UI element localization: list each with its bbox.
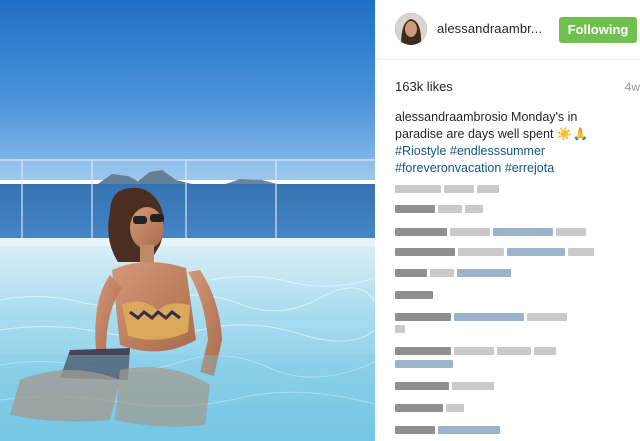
comment-blurred — [395, 323, 405, 335]
hashtag-endlesssummer[interactable]: #endlesssummer — [450, 144, 545, 158]
comment-blurred — [395, 246, 594, 258]
comment-blurred — [395, 311, 567, 323]
post-image — [0, 0, 375, 441]
post-sidebar: alessandraambr... Following 163k likes 4… — [375, 0, 640, 441]
following-button[interactable]: Following — [559, 17, 637, 43]
avatar[interactable] — [395, 13, 427, 45]
hashtag-foreveronvacation[interactable]: #foreveronvacation — [395, 161, 501, 175]
likes-row: 163k likes 4w — [395, 79, 640, 97]
comment-blurred — [395, 424, 500, 436]
likes-count[interactable]: 163k likes — [395, 79, 453, 94]
comment-blurred — [395, 226, 586, 238]
hashtag-errejota[interactable]: #errejota — [505, 161, 554, 175]
comment-blurred — [395, 358, 453, 370]
caption-author[interactable]: alessandraambrosio — [395, 110, 508, 124]
comment-blurred — [395, 380, 494, 392]
comment-blurred — [395, 345, 556, 357]
comment-blurred — [395, 183, 499, 195]
comment-blurred — [395, 203, 483, 215]
username-link[interactable]: alessandraambr... — [437, 21, 542, 36]
post-age[interactable]: 4w — [625, 80, 640, 94]
comment-blurred — [395, 289, 433, 301]
caption: alessandraambrosio Monday's in paradise … — [395, 109, 620, 177]
post-photo[interactable] — [0, 0, 375, 441]
post-header: alessandraambr... Following — [375, 0, 640, 60]
comment-blurred — [395, 402, 464, 414]
comment-blurred — [395, 267, 511, 279]
hashtag-riostyle[interactable]: #Riostyle — [395, 144, 446, 158]
